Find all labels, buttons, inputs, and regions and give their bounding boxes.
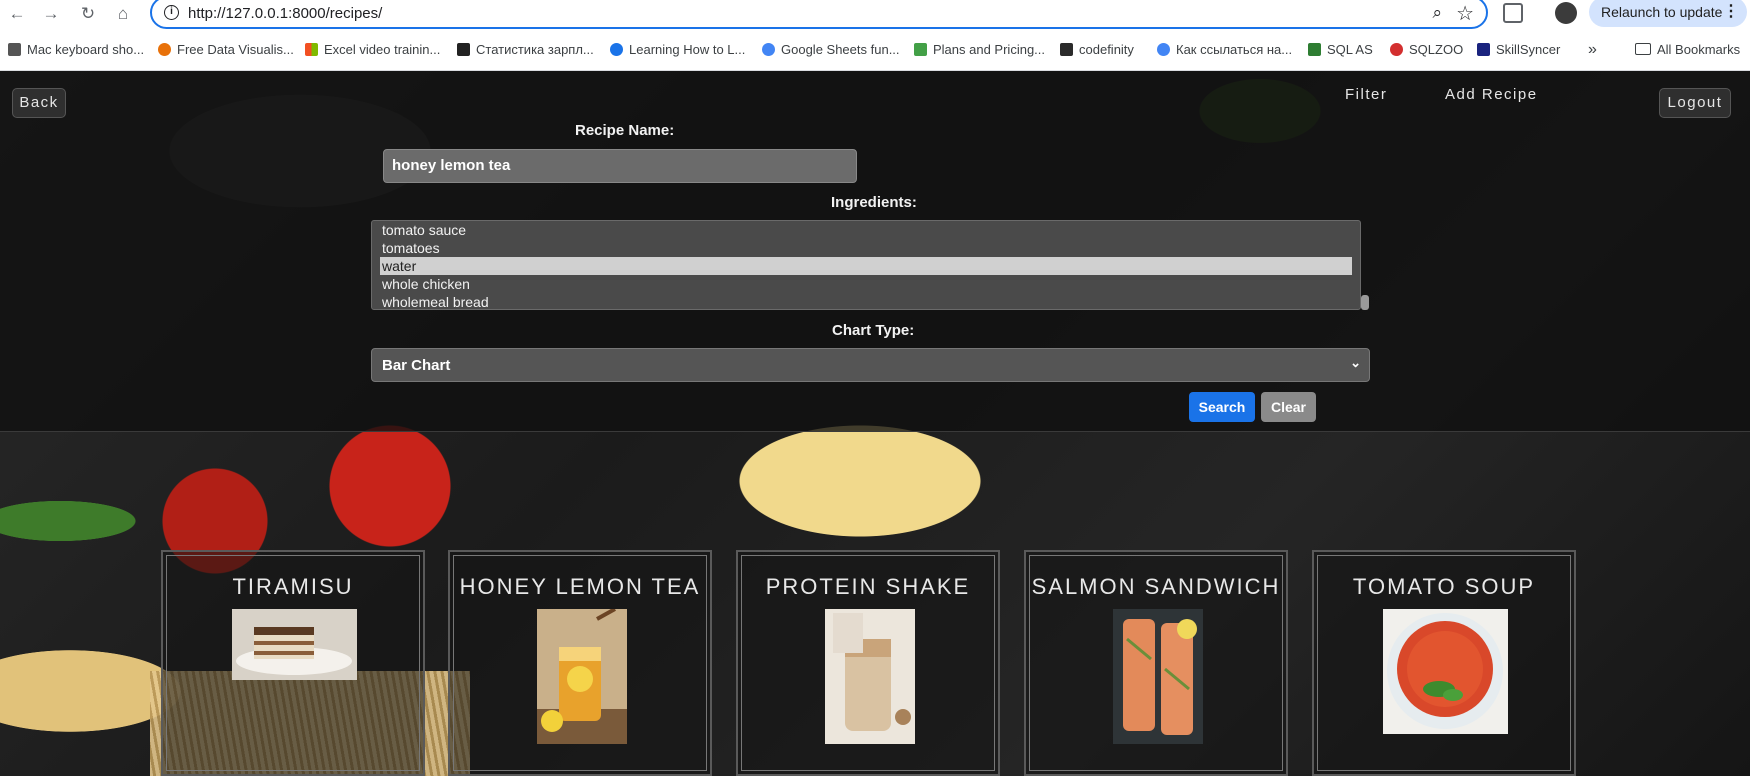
bookmarks-overflow-icon[interactable]: » <box>1588 41 1597 59</box>
search-button[interactable]: Search <box>1189 392 1255 422</box>
folder-icon <box>1635 43 1651 55</box>
chevron-down-icon: ⌄ <box>1350 355 1361 370</box>
logout-button[interactable]: Logout <box>1659 88 1731 118</box>
recipe-title: PROTEIN SHAKE <box>765 574 971 599</box>
recipe-card[interactable]: SALMON SANDWICH <box>1024 550 1288 776</box>
recipe-title: TIRAMISU <box>232 574 354 599</box>
bookmarks-bar: Mac keyboard sho... Free Data Visualis..… <box>0 38 1750 62</box>
browser-toolbar: ← → ↻ ⌂ i http://127.0.0.1:8000/recipes/… <box>0 0 1750 29</box>
salmon-sandwich-image-art <box>1113 609 1203 744</box>
ingredient-option-selected[interactable]: water <box>380 257 1352 275</box>
relaunch-button[interactable]: Relaunch to update ⋮ <box>1589 0 1747 27</box>
tiramisu-image-art <box>232 609 357 680</box>
ingredient-option[interactable]: tomato sauce <box>372 221 1352 239</box>
recipe-card[interactable]: TOMATO SOUP <box>1312 550 1576 776</box>
bookmark-item[interactable]: codefinity <box>1060 41 1134 59</box>
apple-icon <box>8 43 21 56</box>
bookmark-item[interactable]: Free Data Visualis... <box>158 41 294 59</box>
google-icon <box>1157 43 1170 56</box>
bookmark-item[interactable]: Learning How to L... <box>610 41 745 59</box>
protein-shake-image-art <box>825 609 915 744</box>
site-info-icon[interactable]: i <box>164 5 179 20</box>
tomato-soup-image-art <box>1383 609 1508 734</box>
browser-chrome: ← → ↻ ⌂ i http://127.0.0.1:8000/recipes/… <box>0 0 1750 71</box>
microsoft-icon <box>305 43 318 56</box>
bookmark-item[interactable]: Google Sheets fun... <box>762 41 900 59</box>
dou-icon <box>457 43 470 56</box>
ingredients-list: tomato sauce tomatoes water whole chicke… <box>372 221 1352 309</box>
recipes-page: Back Filter Add Recipe Logout Recipe Nam… <box>0 71 1750 776</box>
chart-type-select[interactable]: Bar Chart ⌄ <box>371 348 1370 382</box>
bookmark-star-icon[interactable]: ☆ <box>1456 1 1474 26</box>
coursera-icon <box>610 43 623 56</box>
relaunch-label: Relaunch to update <box>1601 4 1723 20</box>
recipe-card[interactable]: PROTEIN SHAKE <box>736 550 1000 776</box>
address-bar[interactable]: i http://127.0.0.1:8000/recipes/ ⌕ ☆ <box>150 0 1488 29</box>
bookmark-item[interactable]: SQL AS <box>1308 41 1373 59</box>
url-text[interactable]: http://127.0.0.1:8000/recipes/ <box>188 5 382 22</box>
recipe-name-label: Recipe Name: <box>575 122 675 139</box>
extensions-icon[interactable] <box>1503 3 1523 23</box>
chart-type-label: Chart Type: <box>832 322 915 339</box>
flower-icon <box>158 43 171 56</box>
salmon-sandwich-image[interactable] <box>1113 609 1203 744</box>
back-arrow-icon[interactable]: ← <box>6 3 28 25</box>
w3schools-icon <box>1308 43 1321 56</box>
sqlzoo-icon <box>1390 43 1403 56</box>
profile-avatar[interactable] <box>1555 2 1577 24</box>
recipe-name-input[interactable]: honey lemon tea <box>383 149 857 183</box>
bookmark-item[interactable]: Excel video trainin... <box>305 41 440 59</box>
recipe-title: TOMATO SOUP <box>1352 574 1536 599</box>
ingredients-multiselect[interactable]: tomato sauce tomatoes water whole chicke… <box>371 220 1361 310</box>
tomato-soup-image[interactable] <box>1383 609 1508 734</box>
reload-icon[interactable]: ↻ <box>77 3 99 25</box>
protein-shake-image[interactable] <box>825 609 915 744</box>
forward-arrow-icon[interactable]: → <box>40 3 62 25</box>
recipe-title: HONEY LEMON TEA <box>459 574 701 599</box>
codefinity-icon <box>1060 43 1073 56</box>
bookmark-item[interactable]: SkillSyncer <box>1477 41 1560 59</box>
more-menu-icon[interactable]: ⋮ <box>1723 0 1739 27</box>
bookmark-item[interactable]: Mac keyboard sho... <box>8 41 144 59</box>
ingredients-scrollbar[interactable] <box>1361 295 1369 310</box>
ingredient-option[interactable]: tomatoes <box>372 239 1352 257</box>
zoom-icon[interactable]: ⌕ <box>1432 3 1442 23</box>
tiramisu-image[interactable] <box>232 609 357 680</box>
bookmark-item[interactable]: Plans and Pricing... <box>914 41 1045 59</box>
back-button[interactable]: Back <box>12 88 66 118</box>
all-bookmarks[interactable]: All Bookmarks <box>1635 41 1740 59</box>
bookmark-item[interactable]: Статистика зарпл... <box>457 41 594 59</box>
ingredients-label: Ingredients: <box>831 194 917 211</box>
recipe-card[interactable]: HONEY LEMON TEA <box>448 550 712 776</box>
skillsyncer-icon <box>1477 43 1490 56</box>
add-recipe-link[interactable]: Add Recipe <box>1445 86 1538 103</box>
honey-lemon-tea-image-art <box>537 609 627 744</box>
chart-type-value: Bar Chart <box>382 357 451 374</box>
google-icon <box>762 43 775 56</box>
bookmark-item[interactable]: SQLZOO <box>1390 41 1463 59</box>
pricing-icon <box>914 43 927 56</box>
recipe-title: SALMON SANDWICH <box>1031 574 1281 599</box>
search-panel: Back Filter Add Recipe Logout Recipe Nam… <box>0 71 1750 432</box>
ingredient-option[interactable]: wholemeal bread <box>372 293 1352 309</box>
honey-lemon-tea-image[interactable] <box>537 609 627 744</box>
clear-button[interactable]: Clear <box>1261 392 1316 422</box>
home-icon[interactable]: ⌂ <box>112 3 134 25</box>
recipe-card[interactable]: TIRAMISU <box>161 550 425 776</box>
filter-link[interactable]: Filter <box>1345 86 1387 103</box>
ingredient-option[interactable]: whole chicken <box>372 275 1352 293</box>
bookmark-item[interactable]: Как ссылаться на... <box>1157 41 1292 59</box>
